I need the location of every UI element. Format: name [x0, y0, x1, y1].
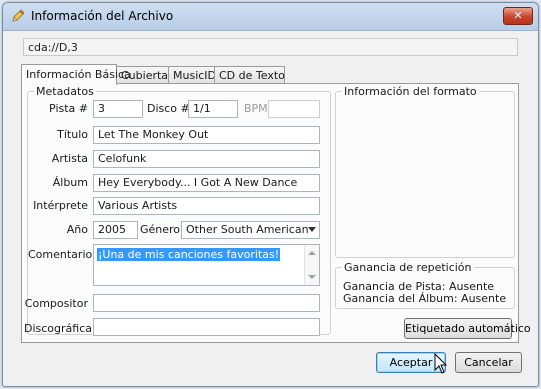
- artist-label: Artista: [51, 152, 88, 165]
- disc-label: Disco #: [147, 102, 190, 115]
- track-input[interactable]: 3: [93, 100, 143, 118]
- tab-panel-informacion-basica: Metadatos Pista # 3 Disco # 1/1 BPM Títu…: [21, 83, 531, 343]
- replay-gain-group: Ganancia de repetición Ganancia de Pista…: [335, 261, 515, 309]
- tab-informacion-basica[interactable]: Información Básica: [21, 64, 131, 85]
- genre-select[interactable]: Other South American: [181, 221, 320, 239]
- record-label-label: Discográfica: [24, 322, 92, 335]
- tab-cd-de-texto[interactable]: CD de Texto: [214, 66, 285, 83]
- comment-scrollbar[interactable]: [304, 245, 319, 285]
- year-input[interactable]: 2005: [93, 221, 138, 239]
- album-label: Álbum: [52, 176, 88, 189]
- metadata-legend: Metadatos: [34, 85, 96, 98]
- file-path-field: cda://D,3: [23, 38, 518, 56]
- format-info-group: Información del formato: [335, 85, 515, 258]
- pencil-icon: [12, 9, 25, 22]
- title-bar[interactable]: Información del Archivo ✕: [3, 3, 538, 31]
- mouse-cursor-icon: [434, 353, 448, 374]
- tab-musicid[interactable]: MusicID: [168, 66, 216, 83]
- record-label-input[interactable]: [93, 318, 320, 336]
- comment-label: Comentario: [28, 248, 93, 261]
- scroll-down-icon[interactable]: [308, 275, 316, 279]
- composer-input[interactable]: [93, 294, 320, 312]
- title-input[interactable]: Let The Monkey Out: [93, 126, 320, 144]
- disc-input[interactable]: 1/1: [188, 100, 238, 118]
- performer-input[interactable]: Various Artists: [93, 197, 320, 215]
- title-label: Título: [57, 128, 88, 141]
- comment-textarea[interactable]: ¡Una de mis canciones favoritas!: [93, 244, 320, 286]
- chevron-down-icon[interactable]: [308, 227, 316, 232]
- genre-value: Other South American: [186, 223, 309, 236]
- album-gain-text: Ganancia del Álbum: Ausente: [343, 292, 507, 305]
- performer-label: Intérprete: [33, 199, 88, 212]
- dialog-body: cda://D,3 Información Básica Cubierta Mu…: [9, 33, 531, 379]
- close-button[interactable]: ✕: [503, 7, 533, 25]
- artist-input[interactable]: Celofunk: [93, 150, 320, 168]
- window-title: Información del Archivo: [31, 9, 174, 23]
- scroll-up-icon[interactable]: [308, 251, 316, 255]
- track-label: Pista #: [49, 102, 88, 115]
- album-input[interactable]: Hey Everybody... I Got A New Dance: [93, 174, 320, 192]
- composer-label: Compositor: [24, 297, 88, 310]
- format-info-legend: Información del formato: [342, 85, 479, 98]
- bpm-label: BPM: [244, 102, 268, 115]
- comment-text: ¡Una de mis canciones favoritas!: [97, 248, 281, 261]
- cancel-button[interactable]: Cancelar: [455, 352, 522, 373]
- year-label: Año: [66, 223, 88, 236]
- close-icon: ✕: [513, 9, 523, 22]
- autotag-button[interactable]: Etiquetado automático: [404, 318, 531, 339]
- bpm-input[interactable]: [268, 100, 320, 118]
- genre-label: Género: [140, 223, 181, 236]
- file-info-dialog: Información del Archivo ✕ cda://D,3 Info…: [2, 2, 539, 387]
- replay-gain-legend: Ganancia de repetición: [342, 261, 474, 274]
